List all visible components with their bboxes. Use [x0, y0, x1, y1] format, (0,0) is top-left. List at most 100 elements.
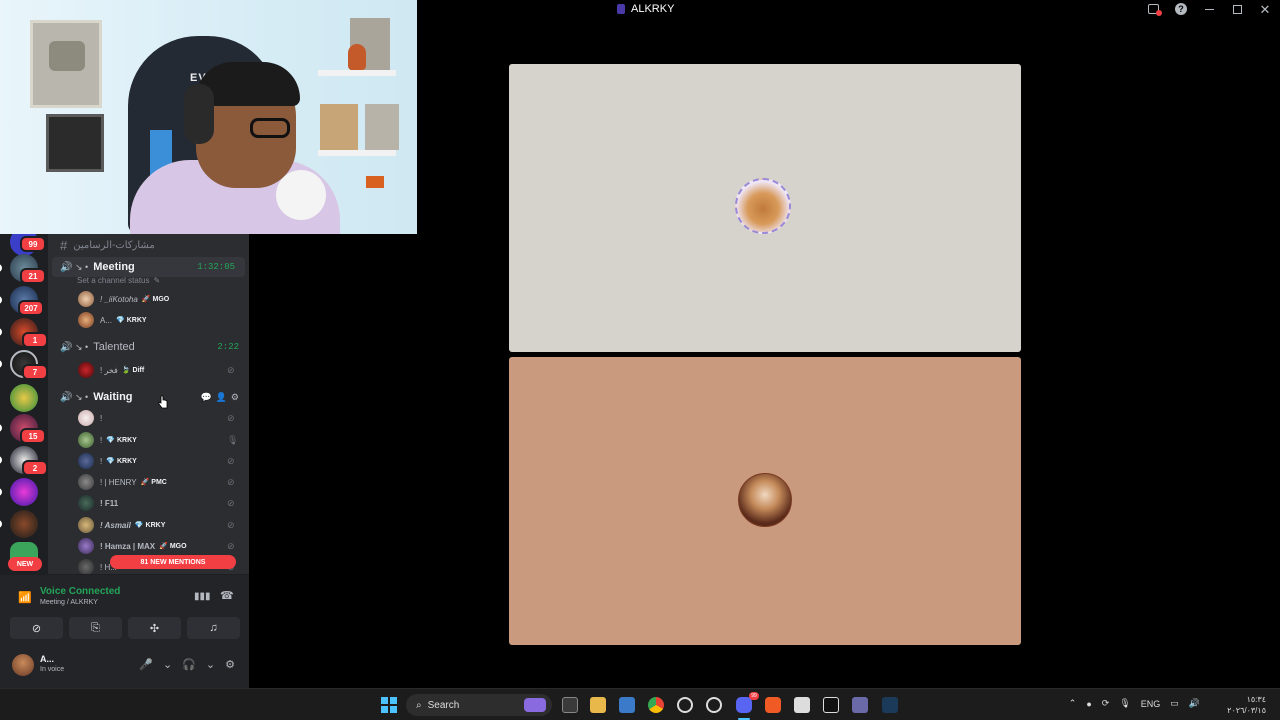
soundboard-icon: ♫	[209, 622, 218, 634]
camera-off-icon: ⊘	[31, 622, 42, 635]
deafened-icon: ⊘	[227, 413, 235, 423]
channel-list: # مشاركات-الرسامين 🔊 ↘ • Meeting 1:32:05…	[48, 234, 249, 574]
language-indicator[interactable]: ENG	[1141, 699, 1161, 709]
gear-icon[interactable]: ⚙	[225, 658, 235, 671]
new-mentions-pill[interactable]: 81 NEW MENTIONS	[110, 555, 236, 569]
brave-icon[interactable]	[765, 697, 781, 713]
microphone	[276, 170, 326, 220]
disconnect-icon[interactable]: ☎	[220, 589, 234, 602]
window-controls: ? ✕	[1146, 2, 1272, 16]
invite-icon[interactable]: 👤	[216, 392, 227, 403]
voice-user[interactable]: ! F11 ⊘	[48, 493, 249, 513]
user-panel-state: In voice	[40, 666, 65, 673]
network-icon[interactable]: ▭	[1170, 698, 1179, 709]
voice-user[interactable]: ! ⊘	[48, 408, 249, 428]
user-panel-name[interactable]: A...	[40, 654, 54, 664]
speaker-icon: 🔊	[60, 342, 73, 353]
tag-text: PMC	[151, 479, 167, 486]
hand-cursor-icon	[158, 395, 168, 409]
server-pip	[0, 488, 2, 496]
server-icon[interactable]	[10, 510, 38, 538]
soundboard-button[interactable]: ♫	[187, 617, 240, 639]
tag-text: Diff	[132, 367, 145, 374]
close-button[interactable]: ✕	[1258, 2, 1272, 16]
gem-icon: 💎	[106, 458, 115, 465]
taskbar-search[interactable]: ⌕ Search	[406, 694, 552, 716]
avatar	[78, 495, 94, 511]
participant-tile[interactable]	[509, 64, 1021, 352]
voice-user[interactable]: ! 💎 KRKY 🎙	[48, 430, 249, 450]
volume-icon[interactable]: 🔊	[1189, 698, 1200, 709]
voice-channel-waiting[interactable]: 🔊 ↘ • Waiting 💬 👤 ⚙	[48, 387, 249, 407]
signal-icon[interactable]: 📶	[18, 591, 32, 604]
server-icon[interactable]	[10, 478, 38, 506]
avatar	[78, 559, 94, 574]
voice-status-icon: ↘ •	[75, 261, 89, 272]
tray-app-icon[interactable]: ●	[1086, 699, 1091, 709]
start-button[interactable]	[381, 697, 397, 713]
new-servers-badge[interactable]: NEW	[8, 557, 42, 571]
voice-user[interactable]: ! _iiKotoha 🚀 MGO	[48, 289, 249, 309]
desk-lamp	[366, 176, 384, 188]
steam-like-icon[interactable]	[706, 697, 722, 713]
gear-icon[interactable]: ⚙	[231, 392, 239, 403]
chrome-icon[interactable]	[648, 697, 664, 713]
noise-suppression-icon[interactable]: ▮▮▮	[194, 591, 211, 602]
inbox-button[interactable]	[1146, 2, 1162, 16]
user-name: A...	[100, 315, 113, 325]
chevron-up-icon[interactable]: ⌃	[1069, 698, 1077, 709]
screen-share-button[interactable]: ⎘	[69, 617, 122, 639]
system-tray: ⌃ ● ⟳ 🎙 ENG ▭ 🔊	[1069, 698, 1200, 709]
voice-user[interactable]: A... 💎 KRKY	[48, 310, 249, 330]
maximize-button[interactable]	[1230, 2, 1244, 16]
voice-user[interactable]: ! Asmail 💎 KRKY ⊘	[48, 515, 249, 535]
chevron-down-icon[interactable]: ⌄	[206, 658, 215, 671]
channel-status[interactable]: Set a channel status ✎	[48, 274, 249, 286]
capcut-icon[interactable]	[823, 697, 839, 713]
steam-icon[interactable]	[882, 697, 898, 713]
user-name: !	[100, 456, 103, 466]
voice-user[interactable]: ! | HENRY 🚀 PMC ⊘	[48, 472, 249, 492]
server-icon[interactable]	[10, 384, 38, 412]
activities-button[interactable]: ✣	[128, 617, 181, 639]
voice-user[interactable]: ! فخر 🍃 Diff ⊘	[48, 360, 249, 380]
gem-icon: 💎	[106, 437, 115, 444]
store-icon[interactable]	[619, 697, 635, 713]
voice-channel-name: Waiting	[93, 391, 133, 403]
microphone-icon[interactable]: 🎤	[139, 658, 153, 671]
camera-off-button[interactable]: ⊘	[10, 617, 63, 639]
headphones-icon[interactable]: 🎧	[182, 658, 196, 671]
voice-connected-channel[interactable]: Meeting / ALKRKY	[40, 599, 98, 606]
tray-refresh-icon[interactable]: ⟳	[1102, 698, 1110, 709]
window-title: ALKRKY	[617, 3, 674, 15]
deafened-icon: ⊘	[227, 541, 235, 551]
voice-channel-talented[interactable]: 🔊 ↘ • Talented 2:22	[48, 337, 249, 357]
voice-user[interactable]: ! 💎 KRKY ⊘	[48, 451, 249, 471]
chevron-down-icon[interactable]: ⌄	[163, 658, 172, 671]
user-tag: 💎 KRKY	[135, 521, 166, 529]
text-channel[interactable]: # مشاركات-الرسامين	[48, 236, 249, 254]
app-icon[interactable]	[677, 697, 693, 713]
task-view-icon[interactable]	[562, 697, 578, 713]
user-name: ! | HENRY	[100, 477, 137, 487]
user-name: ! _iiKotoha	[100, 294, 138, 304]
media-app-icon[interactable]	[852, 697, 868, 713]
minimize-button[interactable]	[1202, 2, 1216, 16]
help-button[interactable]: ?	[1174, 2, 1188, 16]
discord-icon[interactable]	[736, 697, 752, 713]
avatar	[78, 362, 94, 378]
participant-tile[interactable]	[509, 357, 1021, 645]
user-tag: 🚀 MGO	[159, 542, 186, 550]
avatar[interactable]	[12, 654, 34, 676]
tray-mic-icon[interactable]: 🎙	[1119, 698, 1130, 709]
file-explorer-icon[interactable]	[590, 697, 606, 713]
windows-taskbar: ⌕ Search 99 ⌃ ● ⟳ 🎙 ENG ▭ 🔊 ١٥:٣٤ ٢٠٢٦/٠…	[0, 688, 1280, 720]
avatar	[78, 517, 94, 533]
hash-icon: #	[60, 237, 68, 253]
chat-icon[interactable]: 💬	[200, 392, 211, 403]
shelf-bottom	[318, 150, 396, 156]
notepad-icon[interactable]	[794, 697, 810, 713]
avatar	[78, 453, 94, 469]
taskbar-clock[interactable]: ١٥:٣٤ ٢٠٢٦/٠٣/١٥	[1227, 694, 1266, 716]
voice-user[interactable]: ! Hamza | MAX 🚀 MGO ⊘	[48, 536, 249, 556]
